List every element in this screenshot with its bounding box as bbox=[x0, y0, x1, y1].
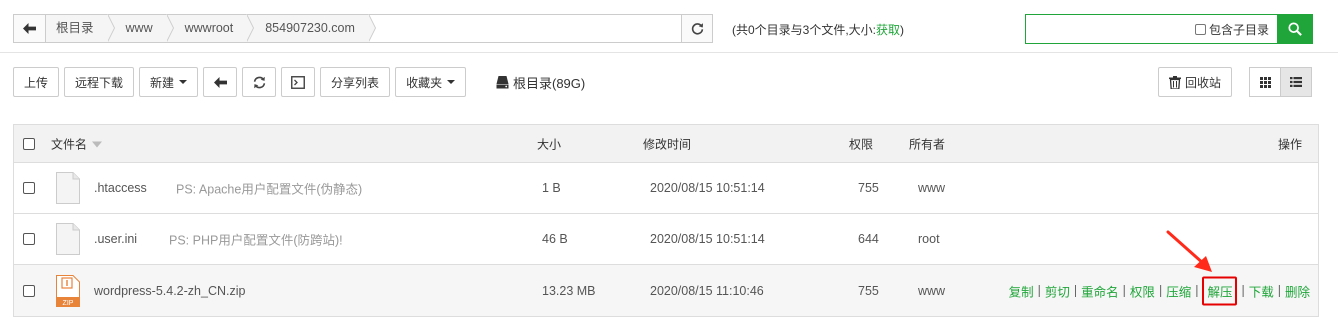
file-perm[interactable]: 755 bbox=[858, 181, 879, 195]
search-icon bbox=[1287, 22, 1302, 36]
column-header-name-label: 文件名 bbox=[51, 137, 88, 151]
directory-summary: (共0个目录与3个文件,大小:获取) bbox=[732, 21, 904, 38]
breadcrumb-item[interactable]: 854907230.com bbox=[247, 14, 376, 42]
grid-icon bbox=[1259, 76, 1271, 88]
back-button[interactable] bbox=[203, 67, 238, 97]
search-box: 包含子目录 bbox=[1025, 14, 1313, 44]
path-refresh-button[interactable] bbox=[681, 15, 712, 42]
share-list-button[interactable]: 分享列表 bbox=[320, 67, 391, 97]
recycle-bin-label: 回收站 bbox=[1185, 75, 1222, 90]
table-header: 文件名 大小 修改时间 权限 所有者 操作 bbox=[14, 125, 1318, 163]
unzip-action[interactable]: 解压 bbox=[1202, 276, 1238, 305]
path-input-area[interactable] bbox=[368, 15, 681, 42]
file-note: PS: Apache用户配置文件(伪静态) bbox=[176, 182, 363, 197]
rename-action[interactable]: 重命名 bbox=[1081, 281, 1119, 300]
table-row[interactable]: ZIP wordpress-5.4.2-zh_CN.zip 13.23 MB 2… bbox=[14, 265, 1318, 316]
search-button[interactable] bbox=[1277, 15, 1312, 43]
terminal-button[interactable] bbox=[281, 67, 316, 97]
row-checkbox[interactable] bbox=[23, 284, 35, 297]
file-size: 13.23 MB bbox=[542, 283, 596, 298]
favorites-dropdown-button[interactable]: 收藏夹 bbox=[395, 67, 467, 97]
divider bbox=[0, 52, 1338, 53]
file-size: 1 B bbox=[542, 181, 561, 195]
file-owner[interactable]: www bbox=[918, 284, 945, 298]
file-mtime: 2020/08/15 10:51:14 bbox=[650, 232, 765, 246]
summary-text: (共0个目录与3个文件,大小: bbox=[732, 23, 877, 37]
file-perm[interactable]: 644 bbox=[858, 232, 879, 246]
breadcrumb-item[interactable]: 根目录 bbox=[46, 14, 114, 42]
select-all-checkbox[interactable] bbox=[23, 137, 35, 150]
file-toolbar: 上传 远程下载 新建 分享列表 收藏夹 bbox=[13, 67, 467, 97]
file-mtime: 2020/08/15 10:51:14 bbox=[650, 181, 765, 195]
file-size: 46 B bbox=[542, 232, 568, 246]
table-row[interactable]: .htaccess PS: Apache用户配置文件(伪静态) 1 B 2020… bbox=[14, 163, 1318, 214]
column-header-owner[interactable]: 所有者 bbox=[909, 135, 945, 152]
column-header-name[interactable]: 文件名 bbox=[51, 135, 103, 152]
file-name[interactable]: wordpress-5.4.2-zh_CN.zip bbox=[94, 284, 245, 298]
column-header-ops: 操作 bbox=[1277, 137, 1302, 151]
zip-label: ZIP bbox=[63, 300, 74, 307]
include-subdir-checkbox[interactable] bbox=[1194, 23, 1206, 35]
column-header-perm[interactable]: 权限 bbox=[849, 135, 873, 152]
file-table: 文件名 大小 修改时间 权限 所有者 操作 .htaccess PS: Apac… bbox=[13, 124, 1319, 317]
recycle-bin-button[interactable]: 回收站 bbox=[1158, 67, 1233, 97]
file-mtime: 2020/08/15 11:10:46 bbox=[650, 283, 764, 298]
arrow-left-icon bbox=[23, 23, 36, 34]
path-bar: 根目录 www wwwroot 854907230.com bbox=[13, 14, 713, 43]
breadcrumb: 根目录 www wwwroot 854907230.com bbox=[46, 14, 681, 42]
file-perm[interactable]: 755 bbox=[858, 284, 879, 298]
include-subdir-label: 包含子目录 bbox=[1208, 22, 1269, 37]
disk-label: 根目录(89G) bbox=[513, 76, 586, 91]
table-row[interactable]: .user.ini PS: PHP用户配置文件(防跨站)! 46 B 2020/… bbox=[14, 214, 1318, 265]
get-size-link[interactable]: 获取 bbox=[876, 23, 900, 37]
file-icon bbox=[56, 223, 80, 255]
delete-action[interactable]: 删除 bbox=[1285, 281, 1310, 300]
arrow-left-icon bbox=[213, 76, 227, 88]
path-back-button[interactable] bbox=[14, 15, 46, 42]
file-icon bbox=[56, 172, 80, 204]
column-header-size[interactable]: 大小 bbox=[537, 135, 561, 152]
view-toggle-group bbox=[1249, 67, 1312, 97]
download-action[interactable]: 下载 bbox=[1249, 281, 1274, 300]
row-checkbox[interactable] bbox=[23, 182, 35, 194]
row-actions: 复制 | 剪切 | 重命名 | 权限 | 压缩 | 解压 | 下载 | 删除 bbox=[1009, 276, 1310, 305]
annotation-arrow-icon bbox=[1166, 230, 1212, 272]
file-owner[interactable]: www bbox=[918, 181, 945, 195]
new-dropdown-button[interactable]: 新建 bbox=[139, 67, 199, 97]
new-button-label: 新建 bbox=[150, 75, 175, 90]
zip-icon: ZIP bbox=[56, 274, 80, 307]
disk-info[interactable]: 根目录(89G) bbox=[496, 73, 585, 92]
summary-close: ) bbox=[900, 23, 905, 37]
terminal-icon bbox=[291, 75, 305, 89]
column-header-mtime[interactable]: 修改时间 bbox=[643, 135, 691, 152]
refresh-icon bbox=[253, 76, 265, 88]
breadcrumb-item[interactable]: wwwroot bbox=[166, 14, 254, 42]
upload-button[interactable]: 上传 bbox=[13, 67, 60, 97]
favorites-button-label: 收藏夹 bbox=[406, 75, 443, 90]
refresh-button[interactable] bbox=[242, 67, 277, 97]
list-icon bbox=[1290, 77, 1302, 87]
caret-down-icon bbox=[179, 80, 188, 84]
file-owner[interactable]: root bbox=[918, 232, 940, 246]
copy-action[interactable]: 复制 bbox=[1009, 281, 1034, 300]
hard-drive-icon bbox=[496, 76, 509, 89]
breadcrumb-item[interactable]: www bbox=[107, 14, 174, 42]
cut-action[interactable]: 剪切 bbox=[1045, 281, 1070, 300]
permission-action[interactable]: 权限 bbox=[1130, 281, 1155, 300]
trash-icon bbox=[1169, 75, 1181, 89]
grid-view-button[interactable] bbox=[1249, 67, 1281, 97]
remote-download-button[interactable]: 远程下载 bbox=[64, 67, 135, 97]
search-input[interactable] bbox=[1026, 15, 1195, 43]
sort-caret-icon bbox=[92, 141, 103, 148]
file-name[interactable]: .htaccess bbox=[94, 181, 147, 195]
compress-action[interactable]: 压缩 bbox=[1166, 281, 1191, 300]
file-name[interactable]: .user.ini bbox=[94, 232, 137, 246]
file-note: PS: PHP用户配置文件(防跨站)! bbox=[169, 233, 343, 248]
refresh-icon bbox=[691, 23, 703, 35]
include-subdir-toggle[interactable]: 包含子目录 bbox=[1194, 15, 1277, 43]
caret-down-icon bbox=[447, 80, 456, 84]
list-view-button[interactable] bbox=[1280, 67, 1312, 97]
row-checkbox[interactable] bbox=[23, 233, 35, 245]
